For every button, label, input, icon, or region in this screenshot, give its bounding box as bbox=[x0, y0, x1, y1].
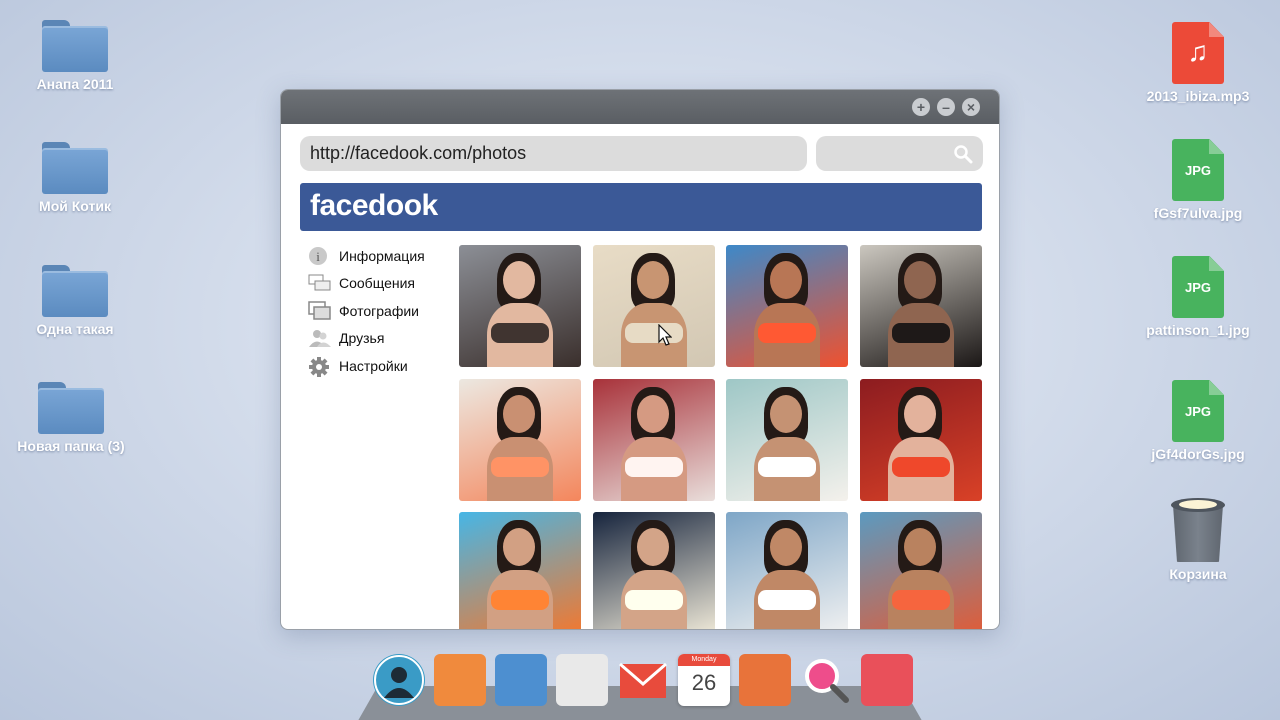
camera-icon[interactable] bbox=[434, 654, 486, 706]
desktop-folder[interactable]: Мой Котик bbox=[5, 142, 145, 214]
calendar-icon[interactable]: Monday 26 bbox=[678, 654, 730, 706]
friends-icon bbox=[308, 328, 332, 348]
search-input[interactable] bbox=[816, 136, 983, 171]
title-bar: + – × bbox=[281, 90, 999, 124]
screenshot-icon[interactable] bbox=[739, 654, 791, 706]
photo-grid bbox=[459, 245, 982, 629]
search-app-icon[interactable] bbox=[800, 654, 852, 706]
notes-icon[interactable] bbox=[861, 654, 913, 706]
site-logo[interactable]: facedook bbox=[310, 189, 438, 223]
photo-thumbnail[interactable] bbox=[459, 512, 581, 629]
menu-item-4[interactable]: Друзья bbox=[308, 325, 458, 353]
desktop-file[interactable]: ♫ 2013_ibiza.mp3 bbox=[1128, 22, 1268, 104]
address-bar[interactable]: http://facedook.com/photos bbox=[300, 136, 807, 171]
calendar-weekday: Monday bbox=[678, 654, 730, 666]
desktop-file[interactable]: JPG pattinson_1.jpg bbox=[1128, 256, 1268, 338]
desktop-file[interactable]: JPG fGsf7ulva.jpg bbox=[1128, 139, 1268, 221]
settings-icon bbox=[308, 356, 332, 377]
messages-icon bbox=[308, 273, 332, 293]
photo-thumbnail[interactable] bbox=[726, 512, 848, 629]
photo-thumbnail[interactable] bbox=[459, 378, 581, 501]
menu-item-label: Друзья bbox=[339, 330, 385, 347]
desktop-icon-label: jGf4dorGs.jpg bbox=[1151, 446, 1245, 462]
brand-header: facedook bbox=[300, 183, 982, 231]
desktop-icon-label: Новая папка (3) bbox=[17, 438, 125, 454]
folder-icon bbox=[42, 265, 108, 317]
maps-icon[interactable] bbox=[556, 654, 608, 706]
photo-thumbnail[interactable] bbox=[859, 512, 982, 629]
desktop-icon-label: Одна такая bbox=[36, 321, 114, 337]
desktop-file[interactable]: JPG jGf4dorGs.jpg bbox=[1128, 380, 1268, 462]
desktop-folder[interactable]: Одна такая bbox=[5, 265, 145, 337]
photos-app-icon[interactable] bbox=[495, 654, 547, 706]
photo-thumbnail[interactable] bbox=[859, 245, 982, 367]
desktop-icon-label: fGsf7ulva.jpg bbox=[1153, 205, 1243, 221]
menu-item-3[interactable]: Фотографии bbox=[308, 297, 458, 325]
folder-icon bbox=[42, 20, 108, 72]
menu-item-2[interactable]: Сообщения bbox=[308, 270, 458, 298]
photo-thumbnail[interactable] bbox=[726, 378, 848, 501]
photo-thumbnail[interactable] bbox=[459, 245, 581, 367]
desktop-icon-label: Корзина bbox=[1169, 566, 1227, 582]
file-type-glyph: JPG bbox=[1184, 280, 1211, 295]
desktop-folder[interactable]: Анапа 2011 bbox=[5, 20, 145, 92]
image-file-icon: JPG bbox=[1172, 380, 1224, 442]
desktop-icon-label: pattinson_1.jpg bbox=[1146, 322, 1250, 338]
image-file-icon: JPG bbox=[1172, 139, 1224, 201]
menu-item-label: Настройки bbox=[339, 357, 408, 374]
photo-thumbnail[interactable] bbox=[592, 512, 715, 629]
mouse-cursor-icon bbox=[658, 324, 672, 346]
contacts-icon[interactable] bbox=[373, 654, 425, 706]
desktop-icon-label: Мой Котик bbox=[39, 198, 111, 214]
menu-item-label: Фотографии bbox=[339, 302, 420, 319]
folder-icon bbox=[42, 142, 108, 194]
menu-item-5[interactable]: Настройки bbox=[308, 352, 458, 380]
add-tab-button[interactable]: + bbox=[912, 98, 930, 116]
photo-thumbnail[interactable] bbox=[726, 245, 848, 367]
desktop-icon-label: Анапа 2011 bbox=[36, 76, 114, 92]
photo-thumbnail[interactable] bbox=[592, 378, 715, 501]
desktop-icon-label: 2013_ibiza.mp3 bbox=[1146, 88, 1250, 104]
image-file-icon: JPG bbox=[1172, 256, 1224, 318]
menu-item-label: Сообщения bbox=[339, 275, 415, 292]
menu-item-1[interactable]: i Информация bbox=[308, 242, 458, 270]
side-menu: i Информация Сообщения Фотографии Друзья Наст… bbox=[308, 242, 458, 380]
search-icon[interactable] bbox=[953, 144, 973, 164]
folder-icon bbox=[38, 382, 104, 434]
minimize-button[interactable]: – bbox=[937, 98, 955, 116]
browser-window: + – × http://facedook.com/photos facedoo… bbox=[280, 89, 1000, 630]
close-button[interactable]: × bbox=[962, 98, 980, 116]
info-icon: i bbox=[308, 246, 332, 266]
photo-thumbnail[interactable] bbox=[592, 245, 715, 367]
photo-thumbnail[interactable] bbox=[859, 378, 982, 501]
menu-item-label: Информация bbox=[339, 247, 425, 264]
desktop-trash[interactable]: Корзина bbox=[1128, 498, 1268, 582]
desktop-folder[interactable]: Новая папка (3) bbox=[1, 382, 141, 454]
file-type-glyph: JPG bbox=[1184, 163, 1211, 178]
calendar-day: 26 bbox=[691, 670, 717, 695]
photos-icon bbox=[308, 301, 332, 321]
music-file-icon: ♫ bbox=[1172, 22, 1224, 84]
trash-icon bbox=[1171, 498, 1225, 562]
file-type-glyph: ♫ bbox=[1187, 36, 1209, 67]
svg-text:i: i bbox=[316, 249, 320, 264]
file-type-glyph: JPG bbox=[1184, 404, 1211, 419]
mail-icon[interactable] bbox=[617, 654, 669, 706]
